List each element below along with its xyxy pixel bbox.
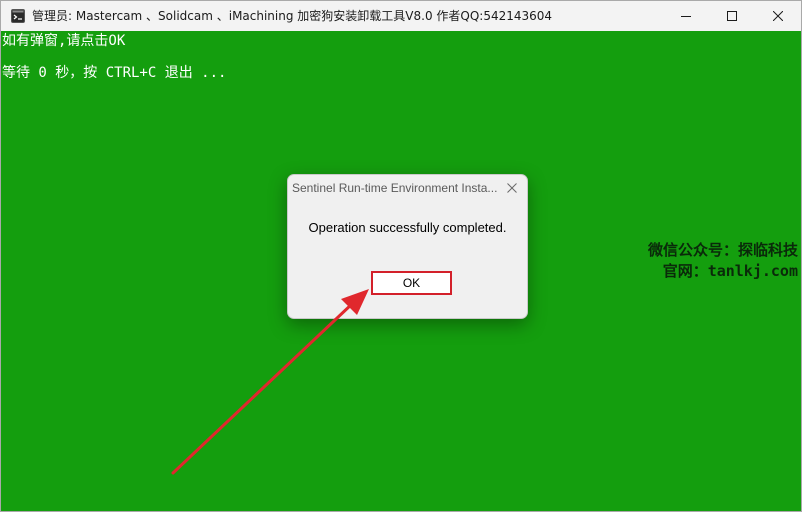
console-icon	[11, 9, 25, 23]
dialog-title: Sentinel Run-time Environment Insta...	[292, 181, 498, 195]
watermark-website: 官网：tanlkj.com	[662, 262, 798, 280]
console-line-2: 等待 0 秒，按 CTRL+C 退出 ...	[2, 65, 227, 81]
watermark-wechat: 微信公众号：探临科技	[647, 241, 798, 259]
close-icon	[773, 11, 783, 21]
ok-button[interactable]: OK	[371, 271, 452, 295]
dialog-message: Operation successfully completed.	[308, 220, 507, 235]
window-title: 管理员: Mastercam 、Solidcam 、iMachining 加密狗…	[32, 9, 553, 23]
minimize-icon	[681, 16, 691, 17]
message-dialog: Sentinel Run-time Environment Insta... O…	[287, 174, 528, 319]
close-button[interactable]	[755, 1, 801, 31]
close-icon	[507, 183, 517, 193]
minimize-button[interactable]	[663, 1, 709, 31]
maximize-button[interactable]	[709, 1, 755, 31]
dialog-close-button[interactable]	[503, 179, 521, 197]
title-bar[interactable]: 管理员: Mastercam 、Solidcam 、iMachining 加密狗…	[1, 1, 801, 31]
console-line-1: 如有弹窗,请点击OK	[2, 33, 126, 49]
console-window: 管理员: Mastercam 、Solidcam 、iMachining 加密狗…	[0, 0, 802, 512]
maximize-icon	[727, 11, 737, 21]
